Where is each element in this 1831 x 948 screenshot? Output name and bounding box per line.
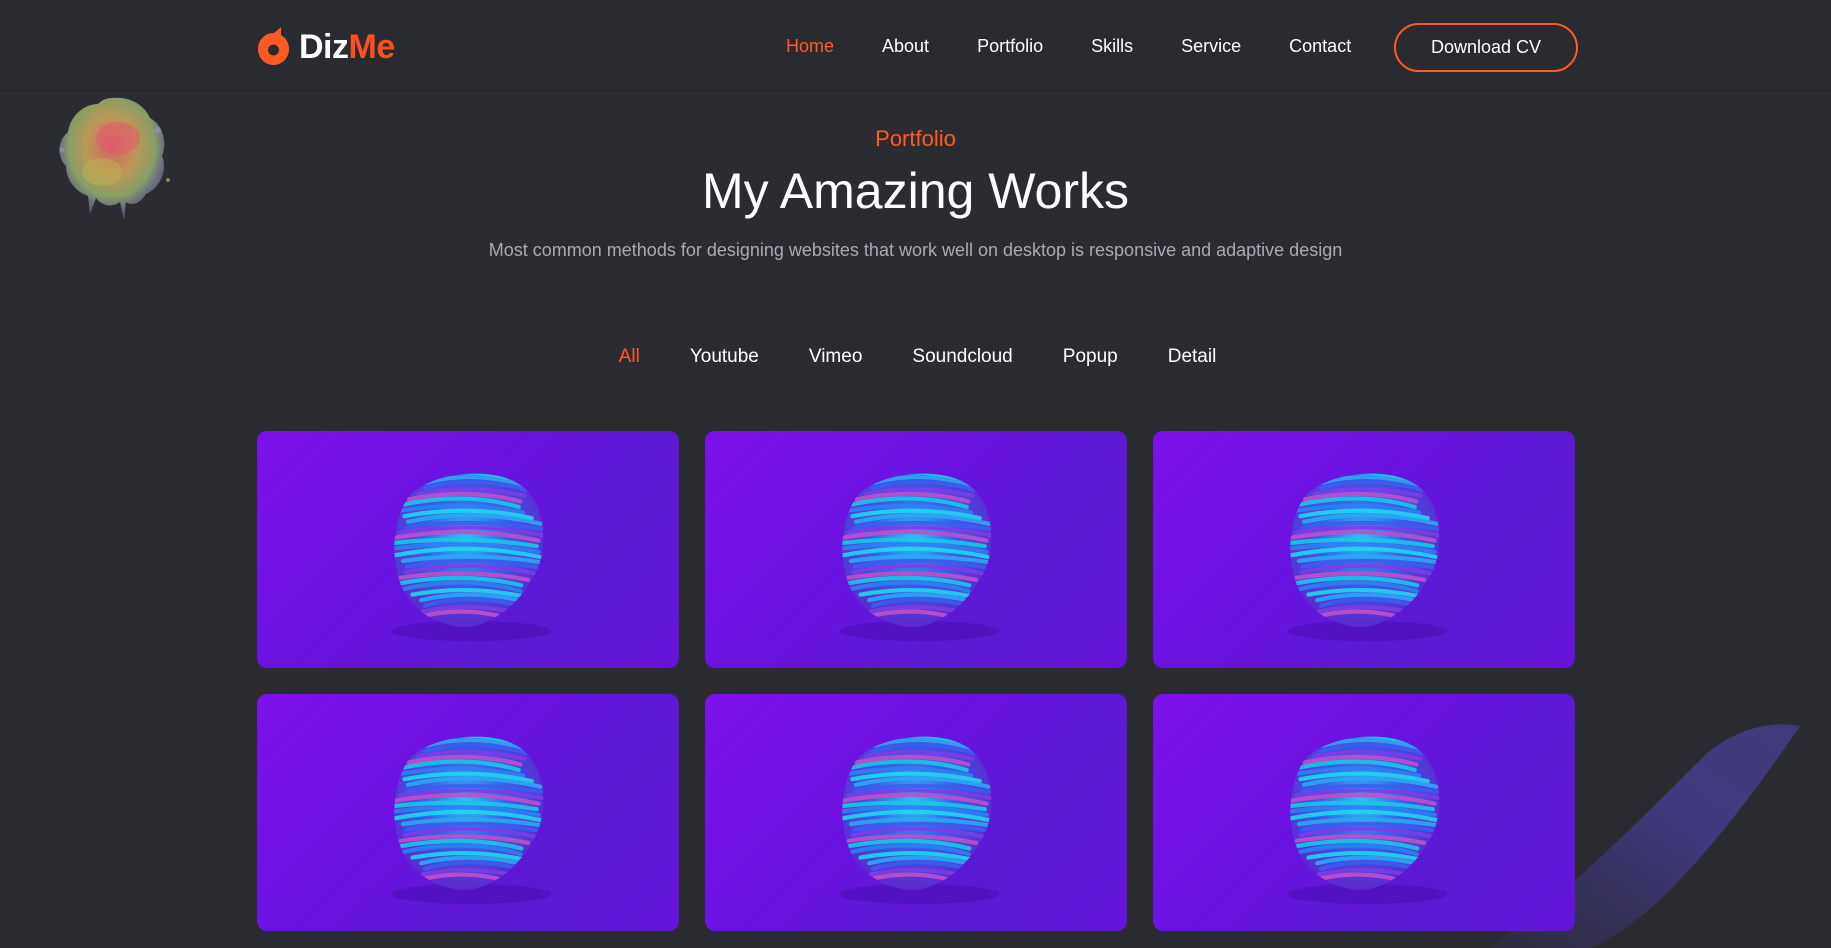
portfolio-item[interactable] <box>1153 431 1575 668</box>
filter-youtube[interactable]: Youtube <box>690 346 759 368</box>
logo-text-part1: Diz <box>299 27 349 66</box>
filter-popup[interactable]: Popup <box>1063 346 1118 368</box>
section-eyebrow: Portfolio <box>875 126 956 151</box>
logo-text: DizMe <box>299 28 395 67</box>
site-header: DizMe Home About Portfolio Skills Servic… <box>0 0 1831 94</box>
portfolio-item[interactable] <box>1153 694 1575 931</box>
logo-icon <box>258 27 289 65</box>
nav-portfolio[interactable]: Portfolio <box>977 36 1043 57</box>
section-subtitle: Most common methods for designing websit… <box>488 240 1343 260</box>
logo[interactable]: DizMe <box>256 25 395 69</box>
filter-all[interactable]: All <box>619 346 640 368</box>
nav-about[interactable]: About <box>882 36 929 57</box>
logo-text-part2: Me <box>348 27 396 66</box>
download-cv-button[interactable]: Download CV <box>1394 23 1578 72</box>
filter-soundcloud[interactable]: Soundcloud <box>912 346 1012 368</box>
portfolio-filters: All Youtube Vimeo Soundcloud Popup Detai… <box>0 346 1831 368</box>
nav-service[interactable]: Service <box>1181 36 1241 57</box>
portfolio-grid <box>257 431 1575 931</box>
main-nav: Home About Portfolio Skills Service Cont… <box>786 36 1351 57</box>
portfolio-item[interactable] <box>705 694 1127 931</box>
portfolio-item[interactable] <box>705 431 1127 668</box>
nav-skills[interactable]: Skills <box>1091 36 1133 57</box>
abstract-sphere-image <box>1287 736 1447 904</box>
nav-contact[interactable]: Contact <box>1289 36 1351 57</box>
nav-home[interactable]: Home <box>786 36 834 57</box>
section-title: My Amazing Works <box>702 163 1129 219</box>
abstract-sphere-image <box>839 473 999 641</box>
abstract-sphere-image <box>1287 473 1447 641</box>
portfolio-item[interactable] <box>257 431 679 668</box>
abstract-sphere-image <box>839 736 999 904</box>
abstract-sphere-image <box>391 473 551 641</box>
abstract-sphere-image <box>391 736 551 904</box>
filter-detail[interactable]: Detail <box>1168 346 1217 368</box>
filter-vimeo[interactable]: Vimeo <box>809 346 863 368</box>
portfolio-item[interactable] <box>257 694 679 931</box>
